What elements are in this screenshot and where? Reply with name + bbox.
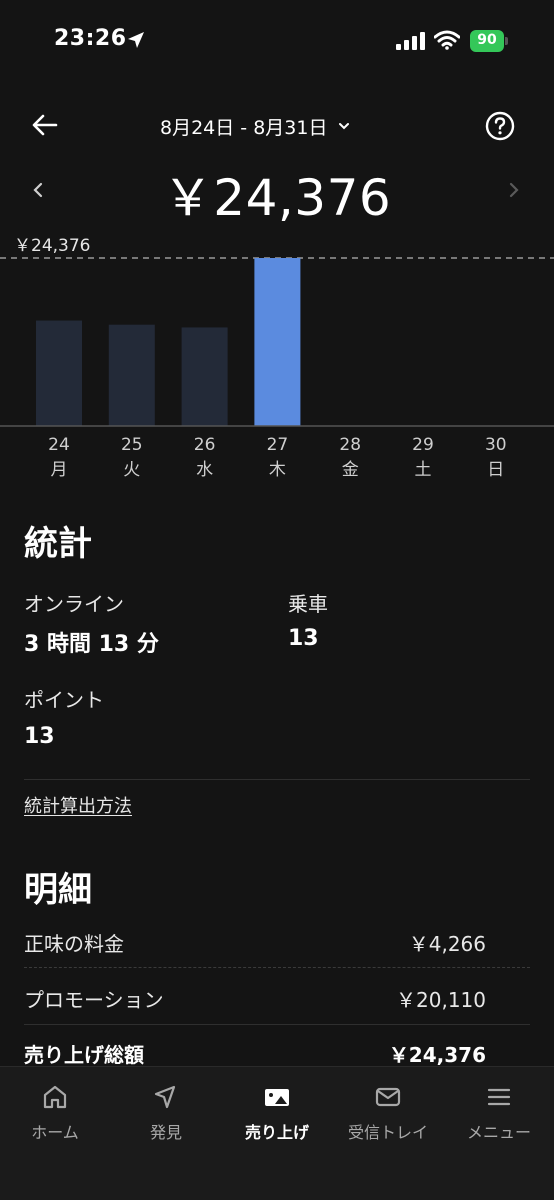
rides-label: 乗車 xyxy=(288,592,328,616)
back-button[interactable] xyxy=(28,108,62,142)
chart-tick-weekday-24: 月 xyxy=(51,460,68,480)
wifi-icon xyxy=(434,30,460,50)
nav-label: ホーム xyxy=(31,1123,79,1142)
chart-bar-24[interactable] xyxy=(36,320,82,426)
detail-amount: ￥24,376 xyxy=(388,1043,486,1067)
help-icon[interactable] xyxy=(484,110,516,142)
home-icon xyxy=(43,1085,67,1109)
detail-label: 正味の料金 xyxy=(24,932,124,956)
chart-tick-weekday-29: 土 xyxy=(415,460,432,480)
earnings-screen: 23:26 90 8月24日 - 8月31日 ￥24,376 ￥24,376 2… xyxy=(0,0,554,1200)
battery-indicator: 90 xyxy=(470,30,508,52)
detail-row-net-fare: 正味の料金 ￥4,266 xyxy=(24,928,486,958)
detail-divider xyxy=(24,967,530,968)
chart-tick-weekday-25: 火 xyxy=(123,460,140,480)
chart-tick-weekday-30: 日 xyxy=(487,460,504,480)
detail-row-promotion: プロモーション ￥20,110 xyxy=(24,984,486,1014)
next-week-button[interactable] xyxy=(504,176,524,204)
battery-cap xyxy=(505,37,508,45)
nav-inbox[interactable]: 受信トレイ xyxy=(333,1083,443,1153)
total-earnings: ￥24,376 xyxy=(162,169,392,227)
detail-amount: ￥20,110 xyxy=(396,988,486,1012)
chart-tick-day-29: 29 xyxy=(412,435,434,455)
nav-earnings[interactable]: 売り上げ xyxy=(222,1083,332,1153)
nav-home[interactable]: ホーム xyxy=(0,1083,110,1153)
stats-title: 統計 xyxy=(24,524,92,564)
date-range-selector[interactable]: 8月24日 - 8月31日 xyxy=(160,112,351,140)
stats-method-link[interactable]: 統計算出方法 xyxy=(24,792,132,818)
detail-row-total: 売り上げ総額 ￥24,376 xyxy=(24,1039,486,1069)
chart-canvas: 24 月 25 火 26 水 27 木 28 金 29 土 30 日 xyxy=(0,257,554,480)
status-time: 23:26 xyxy=(54,26,127,51)
chart-tick-day-26: 26 xyxy=(194,435,216,455)
chart-tick-day-30: 30 xyxy=(485,435,507,455)
nav-label: 受信トレイ xyxy=(347,1123,428,1142)
detail-divider xyxy=(24,1024,530,1025)
bottom-navigation: ホーム 発見 売り上げ 受信トレイ メニュー xyxy=(0,1066,554,1200)
chart-tick-day-24: 24 xyxy=(48,435,70,455)
chart-tick-weekday-28: 金 xyxy=(342,460,359,480)
nav-label: メニュー xyxy=(466,1123,531,1142)
online-value: 3 時間 13 分 xyxy=(24,632,159,657)
points-label: ポイント xyxy=(24,688,104,712)
chart-tick-day-25: 25 xyxy=(121,435,143,455)
chart-tick-day-27: 27 xyxy=(267,435,289,455)
inbox-icon xyxy=(375,1087,401,1107)
chart-bar-26[interactable] xyxy=(181,327,228,426)
menu-icon xyxy=(487,1088,511,1106)
chart-tick-weekday-26: 水 xyxy=(196,460,213,480)
location-arrow-icon xyxy=(128,32,144,48)
chart-bar-25[interactable] xyxy=(108,324,155,426)
earnings-icon xyxy=(265,1089,289,1106)
detail-amount: ￥4,266 xyxy=(408,932,486,956)
chart-tick-weekday-27: 木 xyxy=(269,460,286,480)
detail-label: 売り上げ総額 xyxy=(24,1043,144,1067)
chevron-down-icon xyxy=(339,123,350,130)
earnings-chart: ￥24,376 24 月 25 火 26 水 27 木 28 金 29 土 30 日 xyxy=(0,225,554,490)
details-title: 明細 xyxy=(24,870,92,910)
battery-level: 90 xyxy=(477,32,497,48)
nav-label: 売り上げ xyxy=(244,1123,309,1142)
stats-divider xyxy=(24,779,530,780)
rides-value: 13 xyxy=(288,626,319,651)
detail-label: プロモーション xyxy=(24,988,164,1012)
compass-icon xyxy=(154,1085,176,1109)
status-bar: 23:26 90 xyxy=(0,0,554,80)
nav-label: 発見 xyxy=(149,1123,182,1142)
chart-bar-27[interactable] xyxy=(254,258,301,426)
chart-tick-day-28: 28 xyxy=(339,435,361,455)
online-label: オンライン xyxy=(24,592,124,616)
points-value: 13 xyxy=(24,724,55,749)
nav-discover[interactable]: 発見 xyxy=(111,1083,221,1153)
cellular-signal-icon xyxy=(396,32,425,50)
nav-menu[interactable]: メニュー xyxy=(444,1083,554,1153)
date-range-label: 8月24日 - 8月31日 xyxy=(160,116,328,139)
